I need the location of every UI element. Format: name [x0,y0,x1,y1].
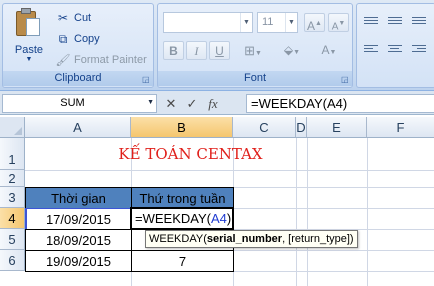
header-cell-weekday[interactable]: Thứ trong tuần [131,187,234,209]
align-top-button[interactable] [361,13,382,32]
italic-label: I [194,44,199,58]
paste-label: Paste [14,44,44,56]
paintbrush-icon: 🖌 [55,53,71,67]
shrink-font-button[interactable]: A▼ [328,13,349,32]
gridline [367,138,368,286]
paste-icon [16,8,42,38]
font-color-icon: A [321,43,330,57]
column-header-d[interactable]: D [296,117,307,138]
clipboard-group-label: Clipboard [3,71,153,86]
formula-bar: SUM ▼ ✕ ✓ fx =WEEKDAY(A4) [0,91,434,115]
paste-dropdown-icon[interactable]: ▼ [9,56,49,63]
enter-formula-icon[interactable]: ✓ [184,96,200,112]
name-box-value: SUM [60,97,85,109]
active-cell-b4[interactable]: =WEEKDAY(A4) [130,207,234,230]
font-group: ▼ 11 ▼ A▲ A▼ B I U ⊞▼ ⬙▼ A▼ Font ◲ [157,3,353,88]
gridline [25,170,434,171]
underline-button[interactable]: U [209,41,230,60]
align-middle-icon [388,17,402,29]
borders-icon: ⊞ [244,43,255,58]
align-right-button[interactable] [409,41,430,60]
copy-label: Copy [74,33,100,45]
active-cell-suffix: ) [226,211,232,226]
insert-function-icon[interactable]: fx [205,96,221,112]
underline-label: U [215,44,224,58]
tooltip-function-name[interactable]: WEEKDAY( [149,233,207,245]
align-center-button[interactable] [385,41,406,60]
row-header-2[interactable]: 2 [0,170,25,187]
column-header-c[interactable]: C [233,117,296,138]
column-header-a[interactable]: A [25,117,131,138]
italic-button[interactable]: I [186,41,207,60]
cancel-formula-icon[interactable]: ✕ [163,96,179,112]
fill-color-button[interactable]: ⬙▼ [276,41,308,60]
font-name-combo[interactable]: ▼ [163,12,253,33]
align-left-button[interactable] [361,41,382,60]
font-size-combo[interactable]: 11 ▼ [257,12,298,33]
row-header-1[interactable]: 1 [0,138,25,170]
date-cell-a6[interactable]: 19/09/2015 [25,250,132,272]
font-color-button[interactable]: A▼ [312,41,346,60]
gridline [307,138,308,286]
bold-label: B [169,44,178,58]
font-size-value: 11 [262,16,274,28]
cut-button[interactable]: ✂ Cut [56,8,91,28]
name-box[interactable]: SUM ▼ [2,94,157,113]
ribbon: Paste ▼ ✂ Cut ⧉ Copy 🖌 Format Painter Cl… [0,0,434,91]
fill-bucket-icon: ⬙ [283,43,294,57]
scissors-icon: ✂ [57,11,69,25]
chevron-down-icon[interactable]: ▼ [240,13,252,32]
clipboard-dialog-launcher-icon[interactable]: ◲ [142,76,150,84]
font-dialog-launcher-icon[interactable]: ◲ [341,76,349,84]
align-top-icon [364,17,378,29]
select-all-corner[interactable] [0,117,25,138]
tooltip-current-arg[interactable]: serial_number [207,233,282,245]
active-cell-ref: A4 [210,211,227,226]
font-group-label: Font [158,71,352,86]
alignment-group [356,3,434,88]
align-left-icon [364,45,378,57]
active-cell-prefix: =WEEKDAY( [135,211,211,226]
function-tooltip: WEEKDAY(serial_number, [return_type]) [145,230,358,248]
formula-input[interactable]: =WEEKDAY(A4) [246,94,434,113]
worksheet-grid: A B C D E F 1 2 3 4 5 6 KẾ TOÁN CENTAX T… [0,117,434,286]
clipboard-group: Paste ▼ ✂ Cut ⧉ Copy 🖌 Format Painter Cl… [2,3,154,88]
row-header-5[interactable]: 5 [0,229,25,250]
cut-label: Cut [74,12,92,24]
paste-button[interactable]: Paste ▼ [9,8,49,68]
tooltip-rest[interactable]: , [return_type]) [282,233,354,245]
grow-font-label: A [307,19,316,33]
gridline [296,138,297,286]
formula-buttons: ✕ ✓ fx [159,94,246,113]
align-bottom-button[interactable] [409,13,430,32]
align-right-icon [412,45,426,57]
date-cell-a5[interactable]: 18/09/2015 [25,229,132,251]
header-cell-time[interactable]: Thời gian [25,187,132,209]
align-middle-button[interactable] [385,13,406,32]
sheet-title[interactable]: KẾ TOÁN CENTAX [25,138,296,170]
row-header-6[interactable]: 6 [0,250,25,271]
chevron-down-icon[interactable]: ▼ [285,13,297,32]
copy-icon: ⧉ [58,31,68,46]
row-header-3[interactable]: 3 [0,187,25,208]
copy-button[interactable]: ⧉ Copy [56,29,100,49]
align-bottom-icon [412,17,426,29]
align-center-icon [388,45,402,57]
row-header-4[interactable]: 4 [0,208,25,229]
grow-font-button[interactable]: A▲ [304,13,325,33]
chevron-down-icon[interactable]: ▼ [147,99,154,106]
format-painter-label: Format Painter [74,54,147,66]
borders-button[interactable]: ⊞▼ [238,41,268,60]
column-header-f[interactable]: F [367,117,434,138]
format-painter-button[interactable]: 🖌 Format Painter [55,50,147,70]
weekday-cell-b6[interactable]: 7 [131,250,234,272]
column-header-e[interactable]: E [307,117,367,138]
column-header-b[interactable]: B [131,117,233,138]
bold-button[interactable]: B [163,41,184,60]
reference-highlight-a4 [25,208,132,230]
